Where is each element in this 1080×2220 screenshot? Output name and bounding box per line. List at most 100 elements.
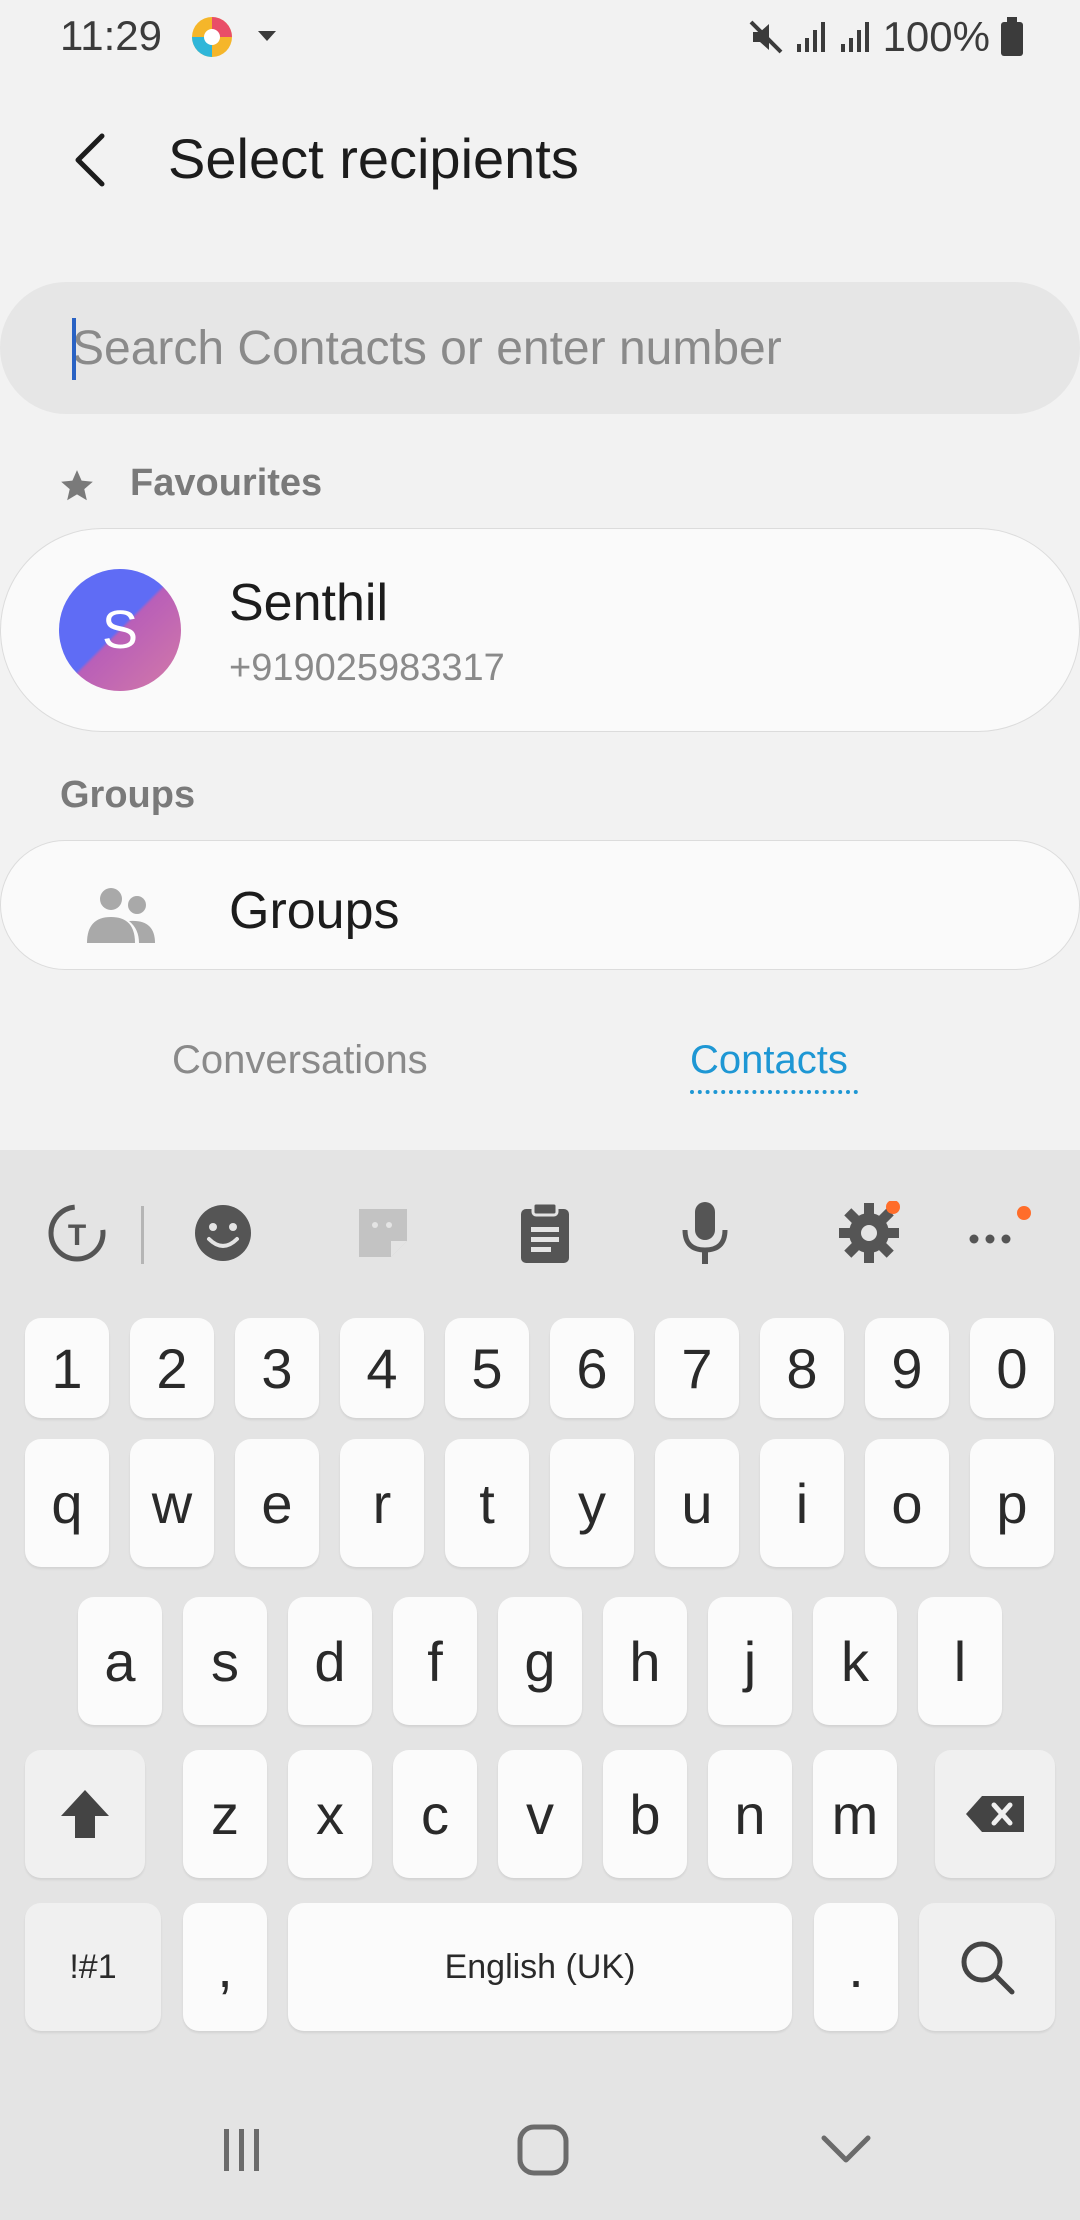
symbols-key-label: !#1: [69, 1947, 117, 1986]
mute-icon: [749, 20, 782, 54]
tab-contacts[interactable]: Contacts: [690, 1038, 848, 1083]
key-v[interactable]: v: [498, 1750, 582, 1878]
key-2[interactable]: 2: [130, 1318, 214, 1418]
key-6-label: 6: [576, 1336, 608, 1400]
battery-icon: [1001, 17, 1023, 56]
sticker-icon[interactable]: [348, 1198, 418, 1268]
search-key[interactable]: [919, 1903, 1055, 2031]
microphone-icon[interactable]: [670, 1198, 740, 1268]
key-7-label: 7: [681, 1336, 713, 1400]
clipboard-icon[interactable]: [510, 1198, 580, 1268]
key-6[interactable]: 6: [550, 1318, 634, 1418]
key-9-label: 9: [891, 1336, 923, 1400]
hide-keyboard-button[interactable]: [806, 2115, 886, 2185]
key-w-label: w: [151, 1471, 193, 1535]
key-n[interactable]: n: [708, 1750, 792, 1878]
key-3[interactable]: 3: [235, 1318, 319, 1418]
key-d[interactable]: d: [288, 1597, 372, 1725]
key-w[interactable]: w: [130, 1439, 214, 1567]
translate-icon[interactable]: T: [42, 1198, 112, 1268]
groups-icon: [87, 888, 155, 943]
key-m[interactable]: m: [813, 1750, 897, 1878]
star-icon: [61, 470, 93, 501]
recipient-tabs: Conversations Contacts: [0, 1010, 1080, 1110]
key-0[interactable]: 0: [970, 1318, 1054, 1418]
home-button[interactable]: [503, 2115, 583, 2185]
key-r[interactable]: r: [340, 1439, 424, 1567]
keyboard-toolbar: T: [0, 1150, 1080, 1312]
key-y[interactable]: y: [550, 1439, 634, 1567]
home-icon: [517, 2124, 569, 2176]
key-q[interactable]: q: [25, 1439, 109, 1567]
key-3-label: 3: [261, 1336, 293, 1400]
key-9[interactable]: 9: [865, 1318, 949, 1418]
groups-item[interactable]: Groups: [0, 840, 1080, 970]
active-tab-indicator: [690, 1090, 858, 1094]
key-h-label: h: [629, 1629, 661, 1693]
keyboard: T 1 2 3 4 5 6 7 8 9 0 q w e r t y u i o …: [0, 1150, 1080, 2220]
key-k[interactable]: k: [813, 1597, 897, 1725]
comma-key[interactable]: ,: [183, 1903, 267, 2031]
space-key[interactable]: English (UK): [288, 1903, 792, 2031]
chevron-down-icon: [821, 2135, 871, 2163]
settings-icon[interactable]: [834, 1198, 904, 1268]
key-o[interactable]: o: [865, 1439, 949, 1567]
key-g[interactable]: g: [498, 1597, 582, 1725]
search-bar[interactable]: [0, 282, 1080, 414]
avatar: S: [59, 569, 181, 691]
key-s[interactable]: s: [183, 1597, 267, 1725]
key-b[interactable]: b: [603, 1750, 687, 1878]
space-key-label: English (UK): [444, 1947, 636, 1986]
key-u[interactable]: u: [655, 1439, 739, 1567]
emoji-icon[interactable]: [188, 1198, 258, 1268]
period-key[interactable]: .: [814, 1903, 898, 2031]
signal-icon: [840, 22, 869, 52]
favourite-contact-senthil[interactable]: S Senthil +919025983317: [0, 528, 1080, 732]
backspace-key[interactable]: [935, 1750, 1055, 1878]
key-a[interactable]: a: [78, 1597, 162, 1725]
key-x[interactable]: x: [288, 1750, 372, 1878]
key-j-label: j: [743, 1629, 757, 1693]
key-p[interactable]: p: [970, 1439, 1054, 1567]
key-j[interactable]: j: [708, 1597, 792, 1725]
key-c[interactable]: c: [393, 1750, 477, 1878]
key-h[interactable]: h: [603, 1597, 687, 1725]
key-q-label: q: [51, 1471, 83, 1535]
toolbar-divider: [141, 1206, 144, 1264]
key-z-label: z: [211, 1782, 239, 1846]
shift-key[interactable]: [25, 1750, 145, 1878]
back-button[interactable]: [50, 120, 130, 200]
key-f-label: f: [427, 1629, 443, 1693]
key-o-label: o: [891, 1471, 923, 1535]
comma-key-label: ,: [217, 1935, 233, 1999]
search-input[interactable]: [72, 312, 1032, 384]
key-t-label: t: [479, 1471, 495, 1535]
key-4[interactable]: 4: [340, 1318, 424, 1418]
key-c-label: c: [421, 1782, 449, 1846]
contact-name: Senthil: [229, 574, 388, 632]
favourites-section-label: Favourites: [130, 462, 323, 504]
key-l-label: l: [953, 1629, 967, 1693]
key-x-label: x: [316, 1782, 344, 1846]
key-t[interactable]: t: [445, 1439, 529, 1567]
key-l[interactable]: l: [918, 1597, 1002, 1725]
key-5[interactable]: 5: [445, 1318, 529, 1418]
key-f[interactable]: f: [393, 1597, 477, 1725]
tab-conversations[interactable]: Conversations: [172, 1038, 428, 1083]
app-header: Select recipients: [0, 100, 1080, 220]
key-1[interactable]: 1: [25, 1318, 109, 1418]
key-8-label: 8: [786, 1336, 818, 1400]
key-z[interactable]: z: [183, 1750, 267, 1878]
key-v-label: v: [526, 1782, 554, 1846]
notification-expand-icon: [258, 31, 276, 41]
key-i[interactable]: i: [760, 1439, 844, 1567]
symbols-key[interactable]: !#1: [25, 1903, 161, 2031]
key-8[interactable]: 8: [760, 1318, 844, 1418]
key-u-label: u: [681, 1471, 713, 1535]
key-0-label: 0: [996, 1336, 1028, 1400]
key-s-label: s: [211, 1629, 239, 1693]
key-e[interactable]: e: [235, 1439, 319, 1567]
recent-apps-button[interactable]: [202, 2115, 282, 2185]
key-7[interactable]: 7: [655, 1318, 739, 1418]
more-icon[interactable]: [962, 1198, 1032, 1268]
